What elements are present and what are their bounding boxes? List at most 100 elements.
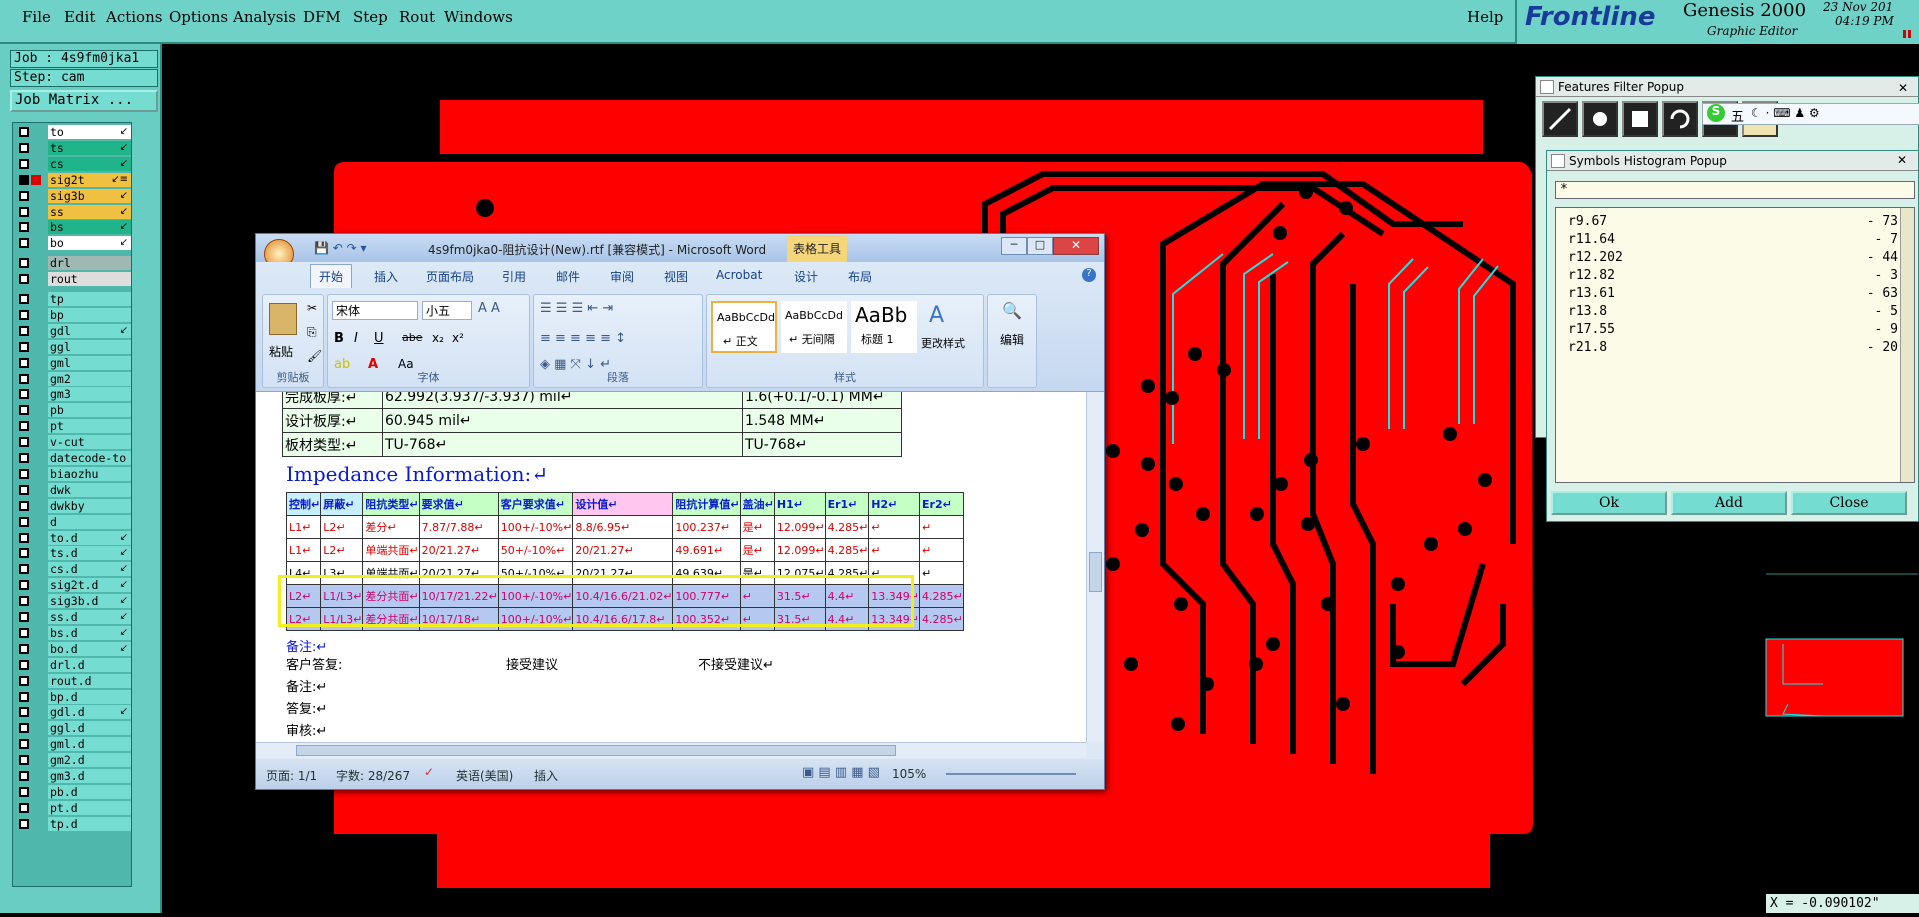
tab-insert[interactable]: 插入 xyxy=(374,268,398,285)
layer-name[interactable]: tp.d xyxy=(48,816,131,831)
layer-row-gm3[interactable]: gm3 xyxy=(13,387,131,402)
tab-table-layout[interactable]: 布局 xyxy=(848,268,872,285)
layer-row-sig3b-d[interactable]: sig3b.d ↙ xyxy=(13,594,131,609)
layer-name[interactable]: d xyxy=(48,514,131,529)
layer-row-bp-d[interactable]: bp.d xyxy=(13,689,131,704)
layer-name[interactable]: bp.d xyxy=(48,689,131,704)
layer-row-sig2t[interactable]: sig2t ↙≡ xyxy=(13,172,131,187)
ime-icons[interactable]: ☾ · ⌨ ♟ ⚙ xyxy=(1751,106,1820,120)
word-window[interactable]: 💾 ↶ ↷ ▾ 4s9fm0jka0-阻抗设计(New).rtf [兼容模式] … xyxy=(255,233,1105,790)
layer-row-ss-d[interactable]: ss.d ↙ xyxy=(13,610,131,624)
layer-name[interactable]: ggl xyxy=(48,339,131,354)
layer-checkbox[interactable] xyxy=(19,468,29,479)
sogou-icon[interactable]: S xyxy=(1707,104,1725,122)
table-cell[interactable]: 是↵ xyxy=(739,515,775,539)
layer-row-rout-d[interactable]: rout.d xyxy=(13,673,131,688)
table-cell[interactable]: 4.285↵ xyxy=(919,607,964,631)
layer-checkbox[interactable] xyxy=(19,357,29,368)
menu-rout[interactable]: Rout xyxy=(399,8,435,26)
horizontal-scrollbar[interactable] xyxy=(256,742,1086,758)
layer-name[interactable]: dwk xyxy=(48,482,131,497)
layer-name[interactable]: gdl xyxy=(48,323,131,338)
menu-dfm[interactable]: DFM xyxy=(303,8,341,26)
histogram-row[interactable]: r21.8 - 20 xyxy=(1568,340,1898,358)
close-icon[interactable]: ✕ xyxy=(1053,237,1099,255)
bullets-icon[interactable]: ☰ ☰ ☰ ⇤ ⇥ xyxy=(540,301,613,316)
layer-checkbox[interactable] xyxy=(19,389,29,400)
tab-references[interactable]: 引用 xyxy=(502,268,526,285)
spellcheck-icon[interactable]: ✓ xyxy=(424,765,434,779)
table-cell[interactable]: ↵ xyxy=(868,538,921,562)
layer-name[interactable]: rout xyxy=(48,272,131,287)
insert-mode[interactable]: 插入 xyxy=(534,767,558,784)
layer-row-bo-d[interactable]: bo.d ↙ xyxy=(13,641,131,656)
layer-row-d[interactable]: d xyxy=(13,514,131,529)
superscript-icon[interactable]: x² xyxy=(452,331,464,345)
layer-name[interactable]: pb xyxy=(48,403,131,418)
layer-name[interactable]: bp xyxy=(48,307,131,322)
layer-name[interactable]: sig2t.d xyxy=(48,578,131,593)
layer-row-sig2t-d[interactable]: sig2t.d ↙ xyxy=(13,578,131,593)
histogram-row[interactable]: r12.82 - 3 xyxy=(1568,268,1898,286)
find-icon[interactable]: 🔍 xyxy=(1002,301,1022,320)
layer-row-tp[interactable]: tp xyxy=(13,292,131,306)
layer-checkbox[interactable] xyxy=(19,707,29,718)
layer-checkbox[interactable] xyxy=(19,532,29,543)
layer-row-pt[interactable]: pt xyxy=(13,419,131,434)
menu-help[interactable]: Help xyxy=(1467,8,1503,26)
help-icon[interactable]: ? xyxy=(1082,268,1096,282)
italic-icon[interactable]: I xyxy=(354,331,358,346)
table-cell[interactable]: 100.237↵ xyxy=(672,515,741,539)
layer-name[interactable]: drl.d xyxy=(48,657,131,672)
vertical-scrollbar[interactable] xyxy=(1086,392,1104,742)
table-cell[interactable]: 4.285↵ xyxy=(919,584,964,608)
add-button[interactable]: Add xyxy=(1671,491,1787,515)
table-row[interactable]: L1↵ L2↵ 单端共面↵ 20/21.27↵ 50+/-10%↵ 20/21.27↵ 49… xyxy=(285,538,964,562)
layer-checkbox[interactable] xyxy=(19,258,29,269)
layer-name[interactable]: dwkby xyxy=(48,498,131,513)
layer-name[interactable]: tp xyxy=(48,292,131,306)
table-cell[interactable]: 4.285↵ xyxy=(824,515,870,539)
change-styles-icon[interactable]: A xyxy=(929,303,944,328)
bold-icon[interactable]: B xyxy=(334,331,344,346)
layer-row-cs[interactable]: cs ↙ xyxy=(13,156,131,171)
layer-row-bs-d[interactable]: bs.d ↙ xyxy=(13,625,131,640)
layer-checkbox[interactable] xyxy=(19,580,29,591)
layer-row-gm2[interactable]: gm2 xyxy=(13,371,131,386)
layer-row-dwk[interactable]: dwk xyxy=(13,482,131,497)
layer-checkbox[interactable] xyxy=(19,627,29,638)
layer-row-drl-d[interactable]: drl.d xyxy=(13,657,131,672)
tab-layout[interactable]: 页面布局 xyxy=(426,268,474,285)
layer-row-pb[interactable]: pb xyxy=(13,403,131,418)
table-cell[interactable]: 12.099↵ xyxy=(773,515,826,539)
layer-row-ts-d[interactable]: ts.d ↙ xyxy=(13,546,131,561)
layer-checkbox[interactable] xyxy=(19,675,29,686)
layer-name[interactable]: gm3 xyxy=(48,387,131,402)
change-styles-button[interactable]: 更改样式 xyxy=(921,335,965,351)
zoom-level[interactable]: 105% xyxy=(892,767,926,781)
layer-checkbox[interactable] xyxy=(19,755,29,766)
layer-name[interactable]: sig3b.d xyxy=(48,594,131,609)
histogram-row[interactable]: r11.64 - 7 xyxy=(1568,232,1898,250)
layer-checkbox[interactable] xyxy=(19,238,29,249)
layer-row-gdl[interactable]: gdl ↙ xyxy=(13,323,131,338)
layer-row-to[interactable]: to ↙ xyxy=(13,125,131,139)
tab-view[interactable]: 视图 xyxy=(664,268,688,285)
format-painter-icon[interactable]: 🖌 xyxy=(307,349,322,363)
histogram-close-icon[interactable]: ✕ xyxy=(1897,153,1907,167)
table-cell[interactable]: 49.691↵ xyxy=(672,538,741,562)
font-size-select[interactable]: 小五 xyxy=(422,301,472,320)
layer-checkbox[interactable] xyxy=(19,643,29,654)
layer-name[interactable]: to.d xyxy=(48,530,131,545)
layer-checkbox[interactable] xyxy=(19,373,29,384)
view-icons[interactable]: ▣ ▤ ▥ ▦ ▧ xyxy=(802,765,880,780)
table-cell[interactable]: L1↵ xyxy=(285,538,322,562)
layer-name[interactable]: gm2.d xyxy=(48,753,131,768)
layer-row-tp-d[interactable]: tp.d xyxy=(13,816,131,831)
layer-row-sig3b[interactable]: sig3b ↙ xyxy=(13,188,131,203)
menu-step[interactable]: Step xyxy=(353,8,388,26)
table-cell[interactable]: ↵ xyxy=(868,515,921,539)
layer-name[interactable]: bs xyxy=(48,220,131,235)
menu-windows[interactable]: Windows xyxy=(444,8,513,26)
menu-analysis[interactable]: Analysis xyxy=(233,8,296,26)
